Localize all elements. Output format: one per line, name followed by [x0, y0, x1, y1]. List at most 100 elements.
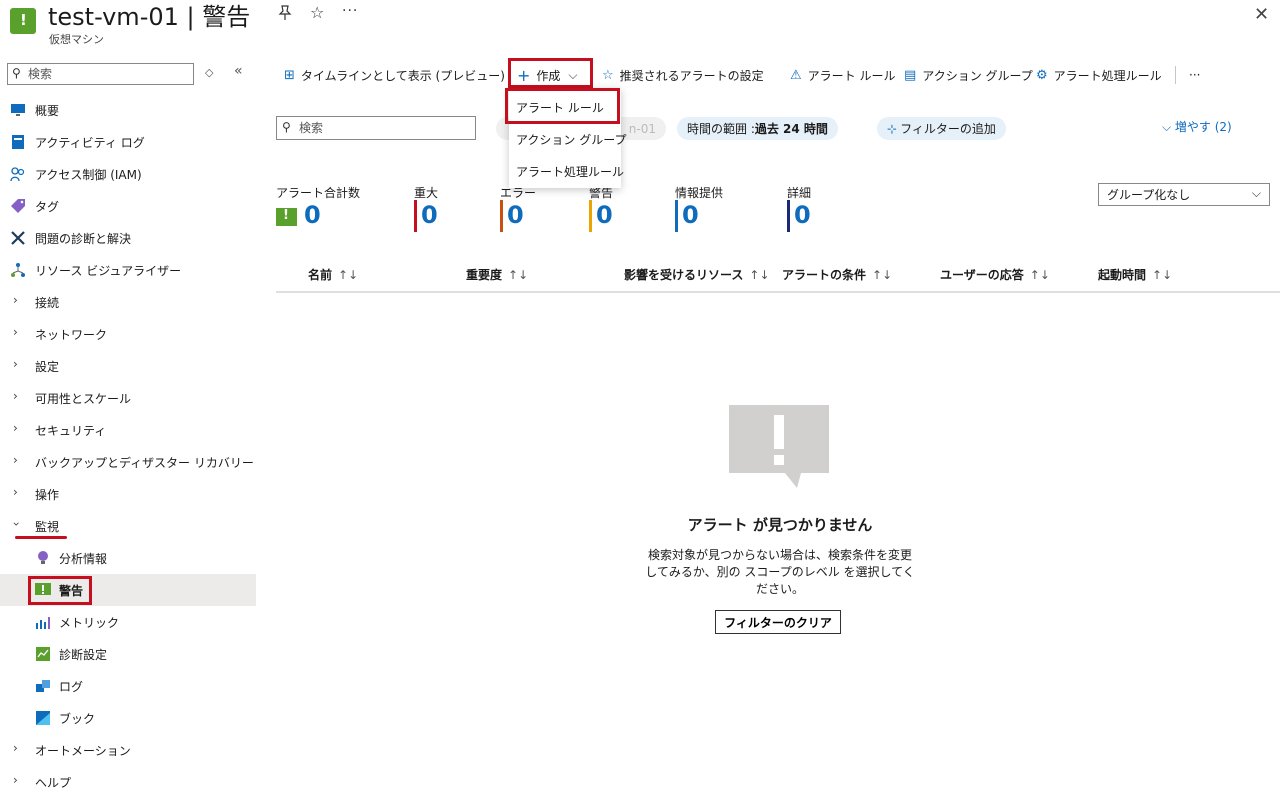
sidebar-item-label: 可用性とスケール — [35, 392, 132, 406]
alert-search-input[interactable] — [299, 119, 469, 137]
clear-filters-button[interactable]: フィルターのクリア — [715, 610, 841, 634]
sidebar-item-alerts[interactable]: 警告 — [0, 574, 256, 606]
column-label: アラートの条件 — [782, 268, 867, 282]
add-filter-button[interactable]: ⊹ フィルターの追加 — [877, 117, 1006, 140]
sidebar-item-label: メトリック — [59, 616, 120, 630]
severity-bar — [589, 200, 592, 232]
summary-value: 0 — [682, 201, 699, 229]
alert-rule-icon: ⚠ — [790, 67, 802, 83]
processing-rules-label: アラート処理ルール — [1053, 68, 1162, 83]
summary-label: 重大 — [414, 186, 439, 200]
sidebar-group-monitoring[interactable]: › 監視 — [0, 510, 256, 542]
alert-icon — [276, 208, 297, 226]
close-icon[interactable]: ✕ — [1254, 4, 1269, 25]
processing-rules-button[interactable]: ⚙ アラート処理ルール — [1036, 62, 1162, 88]
recommended-alerts-button[interactable]: ☆ 推奨されるアラートの設定 — [602, 62, 764, 88]
resource-type: 仮想マシン — [49, 33, 104, 46]
sidebar-item-insights[interactable]: 分析情報 — [0, 542, 256, 574]
pin-icon[interactable] — [277, 4, 295, 24]
summary-value: 0 — [421, 201, 438, 229]
chevron-right-icon: › — [13, 485, 18, 499]
empty-state-title: アラート が見つかりません — [687, 516, 873, 534]
sidebar-group-network[interactable]: › ネットワーク — [0, 318, 256, 350]
timeline-view-label: タイムラインとして表示 (プレビュー) — [300, 68, 505, 83]
summary-critical[interactable]: 重大 0 — [414, 184, 439, 232]
more-commands-button[interactable]: ··· — [1189, 62, 1200, 88]
sidebar-item-iam[interactable]: アクセス制御 (IAM) — [0, 158, 256, 190]
summary-total[interactable]: アラート合計数 0 — [276, 184, 360, 229]
alerts-table-header: 名前 ↑↓ 重要度 ↑↓ 影響を受けるリソース ↑↓ アラートの条件 ↑↓ ユーザーの応… — [276, 258, 1280, 293]
add-filter-label: フィルターの追加 — [900, 122, 996, 136]
group-by-select[interactable]: グループ化なし ⌵ — [1098, 183, 1270, 206]
sort-icon: ↑↓ — [872, 268, 893, 282]
sort-icon: ↑↓ — [508, 268, 529, 282]
activity-log-icon — [12, 135, 24, 149]
column-header-severity[interactable]: 重要度 ↑↓ — [466, 266, 528, 283]
sidebar-group-connect[interactable]: › 接続 — [0, 286, 256, 318]
chevron-right-icon: › — [13, 453, 18, 467]
sort-icon[interactable]: ◇ — [205, 66, 213, 79]
menu-item-processing-rule[interactable]: アラート処理ルール — [509, 156, 624, 186]
chevron-right-icon: › — [13, 357, 18, 371]
star-icon: ☆ — [602, 67, 614, 83]
summary-verbose[interactable]: 詳細 0 — [787, 184, 811, 232]
action-groups-button[interactable]: ▤ アクション グループ — [904, 62, 1033, 88]
more-icon[interactable]: ··· — [342, 3, 358, 19]
column-header-user-response[interactable]: ユーザーの応答 ↑↓ — [940, 266, 1050, 283]
sidebar-item-label: 診断設定 — [59, 648, 108, 662]
column-header-fired-time[interactable]: 起動時間 ↑↓ — [1098, 266, 1172, 283]
chevron-right-icon: › — [13, 741, 18, 755]
timeline-view-button[interactable]: ⊞ タイムラインとして表示 (プレビュー) — [284, 62, 505, 88]
chevron-right-icon: › — [13, 325, 18, 339]
column-header-affected-resource[interactable]: 影響を受けるリソース ↑↓ — [624, 266, 770, 283]
sidebar-item-resource-visualizer[interactable]: リソース ビジュアライザー — [0, 254, 256, 286]
summary-value: 0 — [794, 201, 811, 229]
timeline-icon: ⊞ — [284, 67, 295, 83]
collapse-sidebar-icon[interactable]: « — [234, 63, 243, 79]
alert-search[interactable]: ⚲ — [276, 116, 476, 140]
sort-icon: ↑↓ — [338, 268, 359, 282]
expand-filters-label: 増やす (2) — [1174, 120, 1232, 134]
sidebar-item-label: 設定 — [35, 360, 60, 374]
sidebar-item-tags[interactable]: タグ — [0, 190, 256, 222]
alert-rules-button[interactable]: ⚠ アラート ルール — [790, 62, 895, 88]
workbook-icon — [36, 711, 50, 725]
column-header-name[interactable]: 名前 ↑↓ — [308, 266, 358, 283]
summary-informational[interactable]: 情報提供 0 — [675, 184, 723, 232]
diagnostic-icon — [36, 647, 50, 661]
sort-icon: ↑↓ — [1029, 268, 1050, 282]
sidebar-group-security[interactable]: › セキュリティ — [0, 414, 256, 446]
sidebar-item-label: タグ — [35, 200, 60, 214]
sidebar-search-input[interactable] — [28, 65, 188, 83]
sidebar-search[interactable]: ⚲ — [7, 63, 194, 85]
column-header-alert-condition[interactable]: アラートの条件 ↑↓ — [782, 266, 892, 283]
column-label: 重要度 — [466, 268, 503, 282]
tag-icon — [11, 199, 25, 213]
sidebar-item-activity-log[interactable]: アクティビティ ログ — [0, 126, 256, 158]
sidebar-group-operations[interactable]: › 操作 — [0, 478, 256, 510]
sidebar-item-label: オートメーション — [35, 744, 131, 758]
sidebar-group-backup[interactable]: › バックアップとディザスター リカバリー — [0, 446, 256, 478]
sidebar-item-logs[interactable]: ログ — [0, 670, 256, 702]
scope-filter-label: n-01 — [628, 121, 656, 136]
sidebar-group-automation[interactable]: › オートメーション — [0, 734, 256, 766]
sidebar-item-diagnostic-settings[interactable]: 診断設定 — [0, 638, 256, 670]
alert-rules-label: アラート ルール — [807, 68, 896, 83]
sidebar-group-settings[interactable]: › 設定 — [0, 350, 256, 382]
menu-item-action-group[interactable]: アクション グループ — [509, 124, 627, 154]
people-icon — [10, 167, 25, 182]
sidebar-item-workbooks[interactable]: ブック — [0, 702, 256, 734]
time-range-pill[interactable]: 時間の範囲 : 過去 24 時間 — [677, 117, 838, 140]
favorite-star-icon[interactable]: ☆ — [310, 3, 324, 22]
sidebar-group-availability[interactable]: › 可用性とスケール — [0, 382, 256, 414]
column-label: 名前 — [308, 268, 333, 282]
expand-filters-button[interactable]: ⌵ 増やす (2) — [1162, 118, 1232, 135]
sidebar-item-label: バックアップとディザスター リカバリー — [35, 456, 254, 470]
add-filter-icon: ⊹ — [887, 121, 898, 136]
bulb-icon — [38, 551, 48, 564]
page-header: test-vm-01 | 警告 仮想マシン ☆ ··· ✕ — [0, 0, 1284, 50]
sidebar-item-overview[interactable]: 概要 — [0, 94, 256, 126]
sidebar-group-help[interactable]: › ヘルプ — [0, 766, 256, 796]
sidebar-item-diagnose[interactable]: 問題の診断と解決 — [0, 222, 256, 254]
sidebar-item-metrics[interactable]: メトリック — [0, 606, 256, 638]
